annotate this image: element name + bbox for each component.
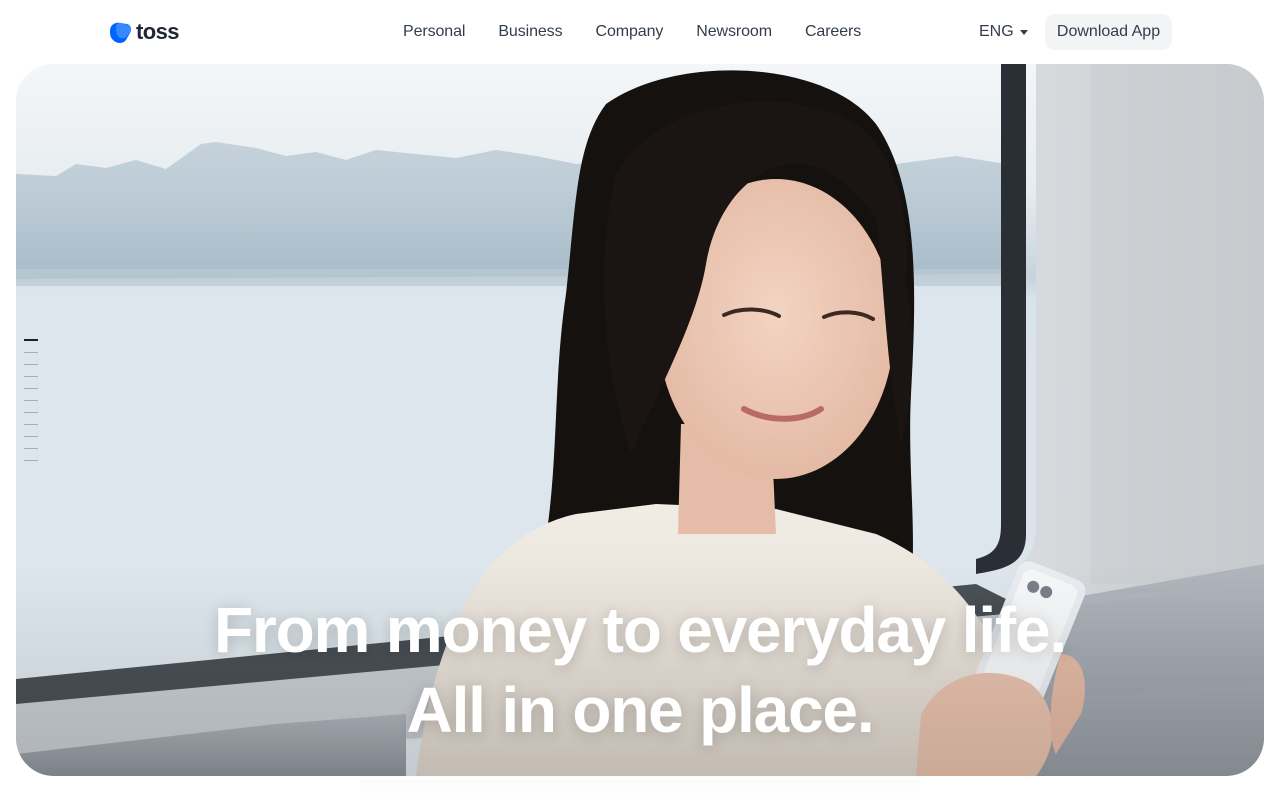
pager-tick-4[interactable] xyxy=(24,376,38,377)
nav-item-careers[interactable]: Careers xyxy=(792,0,874,64)
hero-headline-line-1: From money to everyday life. xyxy=(213,594,1067,666)
language-label: ENG xyxy=(979,23,1014,40)
pager-tick-7[interactable] xyxy=(24,412,38,413)
nav-item-newsroom[interactable]: Newsroom xyxy=(683,0,785,64)
brand-name: toss xyxy=(136,19,179,44)
pager-tick-6[interactable] xyxy=(24,400,38,401)
pager-tick-8[interactable] xyxy=(24,424,38,425)
nav-item-personal[interactable]: Personal xyxy=(390,0,478,64)
pager-tick-1[interactable] xyxy=(24,339,38,341)
pager-tick-11[interactable] xyxy=(24,460,38,461)
nav-item-company[interactable]: Company xyxy=(582,0,676,64)
next-section-hint xyxy=(360,780,920,800)
pager-tick-9[interactable] xyxy=(24,436,38,437)
pager-tick-2[interactable] xyxy=(24,352,38,353)
site-header: toss Personal Business Company Newsroom … xyxy=(0,0,1280,64)
nav-item-business[interactable]: Business xyxy=(485,0,575,64)
pager-tick-3[interactable] xyxy=(24,364,38,365)
language-selector[interactable]: ENG xyxy=(979,0,1028,64)
toss-logo-icon xyxy=(110,22,132,43)
section-pager xyxy=(24,339,40,472)
hero-headline-line-2: All in one place. xyxy=(406,674,875,746)
main-nav: Personal Business Company Newsroom Caree… xyxy=(390,0,881,64)
hero-headline: From money to everyday life. All in one … xyxy=(16,590,1264,750)
caret-down-icon xyxy=(1019,30,1028,35)
hero-banner: From money to everyday life. All in one … xyxy=(16,64,1264,776)
pager-tick-5[interactable] xyxy=(24,388,38,389)
pager-tick-10[interactable] xyxy=(24,448,38,449)
download-app-button[interactable]: Download App xyxy=(1045,14,1172,50)
toss-logo[interactable]: toss xyxy=(107,19,179,45)
